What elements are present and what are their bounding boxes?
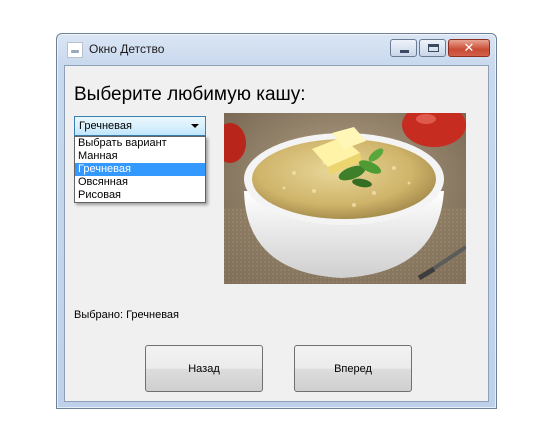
next-button[interactable]: Вперед — [294, 345, 412, 392]
selection-result-label: Выбрано: Гречневая — [74, 309, 180, 321]
back-button[interactable]: Назад — [145, 345, 263, 392]
combobox-value: Гречневая — [79, 120, 132, 132]
form-client-area: Выберите любимую кашу: Гречневая Выбрать… — [64, 65, 489, 402]
porridge-photo — [224, 113, 466, 284]
app-window: Окно Детство ✕ Выберите любимую кашу: Гр… — [56, 33, 497, 409]
chevron-down-icon[interactable] — [191, 124, 199, 128]
minimize-button[interactable] — [390, 39, 417, 57]
app-icon — [67, 42, 83, 58]
page-title: Выберите любимую кашу: — [74, 84, 306, 105]
window-title: Окно Детство — [89, 42, 165, 56]
dropdown-option[interactable]: Выбрать вариант — [75, 137, 205, 150]
dropdown-option[interactable]: Овсянная — [75, 176, 205, 189]
close-icon: ✕ — [463, 40, 475, 56]
dropdown-option[interactable]: Манная — [75, 150, 205, 163]
dropdown-option-selected[interactable]: Гречневая — [75, 163, 205, 176]
title-bar[interactable]: Окно Детство ✕ — [57, 34, 496, 65]
porridge-combobox[interactable]: Гречневая — [74, 116, 206, 136]
combobox-dropdown-list: Выбрать вариант Манная Гречневая Овсянна… — [74, 136, 206, 203]
dropdown-option[interactable]: Рисовая — [75, 189, 205, 202]
maximize-button[interactable] — [419, 39, 446, 57]
porridge-image — [224, 113, 466, 284]
maximize-icon — [428, 44, 439, 52]
caption-buttons: ✕ — [390, 39, 490, 59]
close-button[interactable]: ✕ — [448, 39, 490, 57]
minimize-icon — [400, 50, 409, 53]
